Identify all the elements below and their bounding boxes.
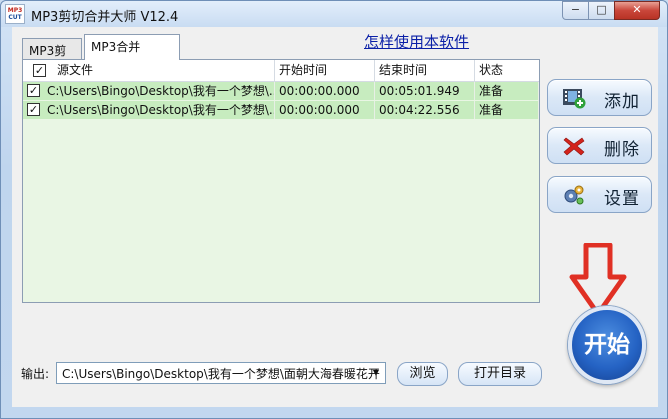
film-add-icon [563,89,586,109]
merge-tab-body: ✓ 源文件 开始时间 结束时间 状态 ✓ C:\Users\Bingo\Desk… [22,59,540,303]
close-button[interactable]: ✕ [614,1,660,20]
row-start-time: 00:00:00.000 [275,101,375,119]
table-row[interactable]: ✓ C:\Users\Bingo\Desktop\我有一个梦想\... 00:0… [23,82,539,100]
main-panel: MP3剪切 MP3合并 怎样使用本软件 ✓ 源文件 开始时间 结束时间 状态 ✓… [12,27,658,407]
output-label: 输出: [21,367,50,381]
tab-mp3-merge[interactable]: MP3合并 [84,34,180,60]
browse-button[interactable]: 浏览 [397,362,448,386]
list-body: ✓ C:\Users\Bingo\Desktop\我有一个梦想\... 00:0… [23,82,539,302]
open-directory-button[interactable]: 打开目录 [458,362,542,386]
add-button[interactable]: 添加 [547,79,652,116]
row-file-path: C:\Users\Bingo\Desktop\我有一个梦想\... [43,101,275,119]
col-header-source[interactable]: 源文件 [53,60,275,82]
row-file-path: C:\Users\Bingo\Desktop\我有一个梦想\... [43,82,275,100]
output-path-value: C:\Users\Bingo\Desktop\我有一个梦想\面朝大海春暖花开 [62,367,380,381]
logo-bottom-text: CUT [8,14,22,21]
delete-button[interactable]: 删除 [547,127,652,164]
row-status: 准备 [475,82,539,100]
row-start-time: 00:00:00.000 [275,82,375,100]
help-link[interactable]: 怎样使用本软件 [364,31,469,52]
output-path-select[interactable]: C:\Users\Bingo\Desktop\我有一个梦想\面朝大海春暖花开 ▼ [56,362,386,384]
minimize-button[interactable]: − [562,1,589,20]
row-end-time: 00:05:01.949 [375,82,475,100]
tab-mp3-cut[interactable]: MP3剪切 [22,38,82,75]
settings-button[interactable]: 设置 [547,176,652,213]
chevron-down-icon[interactable]: ▼ [369,365,383,381]
list-header: ✓ 源文件 开始时间 结束时间 状态 [23,60,539,82]
delete-button-label: 删除 [604,140,640,160]
col-header-status[interactable]: 状态 [475,60,539,82]
add-button-label: 添加 [604,92,640,112]
row-status: 准备 [475,101,539,119]
title-bar: MP3 CUT MP3剪切合并大师 V12.4 − □ ✕ [1,1,667,27]
row-end-time: 00:04:22.556 [375,101,475,119]
table-row[interactable]: ✓ C:\Users\Bingo\Desktop\我有一个梦想\... 00:0… [23,101,539,119]
app-logo-icon: MP3 CUT [5,4,25,24]
maximize-button[interactable]: □ [588,1,615,20]
start-button[interactable]: 开始 [568,306,646,384]
window-title: MP3剪切合并大师 V12.4 [31,10,179,25]
col-header-start[interactable]: 开始时间 [275,60,375,82]
app-window: MP3 CUT MP3剪切合并大师 V12.4 − □ ✕ MP3剪切 MP3合… [0,0,668,419]
row-checkbox[interactable]: ✓ [27,103,40,116]
logo-top-text: MP3 [7,7,23,14]
settings-button-label: 设置 [604,189,640,209]
file-list: ✓ 源文件 开始时间 结束时间 状态 ✓ C:\Users\Bingo\Desk… [23,60,539,302]
red-x-icon [563,137,585,156]
select-all-checkbox[interactable]: ✓ [33,64,46,77]
row-checkbox[interactable]: ✓ [27,84,40,97]
gears-icon [564,185,584,205]
col-header-end[interactable]: 结束时间 [375,60,475,82]
